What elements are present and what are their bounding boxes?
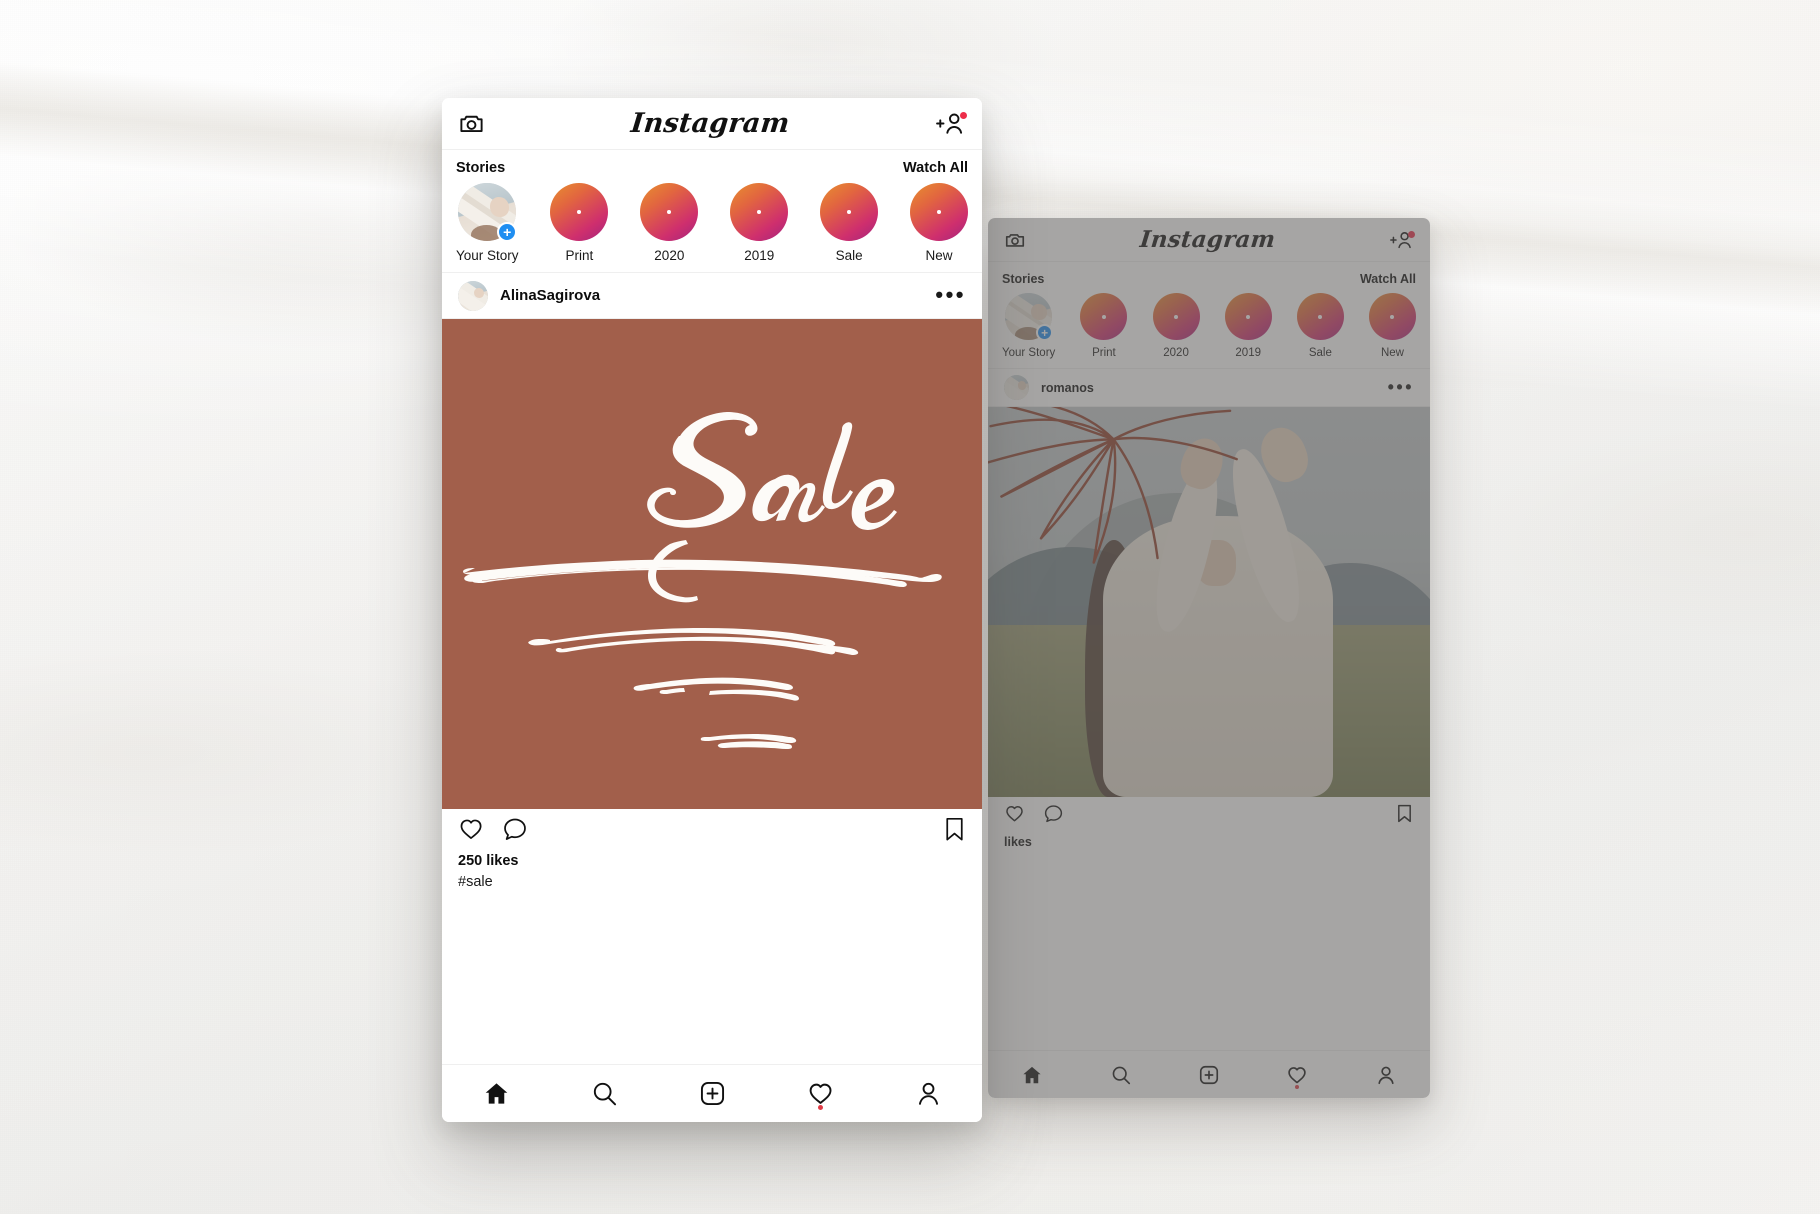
story-item-sale[interactable]: Sale <box>820 183 879 263</box>
mockup-stage: Instagram Stories Watch All + Your Story… <box>0 0 1820 1214</box>
stories-title: Stories <box>1002 272 1045 286</box>
nav-profile[interactable] <box>1342 1051 1430 1098</box>
nav-add-post[interactable] <box>1165 1051 1253 1098</box>
story-ring <box>1224 293 1272 340</box>
story-item-sale[interactable]: Sale <box>1296 293 1344 359</box>
more-options-icon[interactable]: ••• <box>1388 378 1414 396</box>
story-label: Sale <box>1308 347 1332 359</box>
nav-activity[interactable] <box>1253 1051 1341 1098</box>
story-label: New <box>1380 347 1404 359</box>
back-bottom-nav <box>988 1050 1430 1098</box>
activity-badge-dot <box>817 1105 823 1110</box>
back-story-list: + Your Story Print 2020 2019 Sale New <box>1002 293 1416 359</box>
story-label: 2019 <box>1235 347 1261 359</box>
botanical-lineart-overlay <box>988 407 1239 565</box>
story-item-your-story[interactable]: + Your Story <box>456 183 519 263</box>
front-post-caption: #sale <box>458 874 493 890</box>
camera-icon[interactable] <box>458 110 485 137</box>
back-stories-strip: Stories Watch All + Your Story Print 202… <box>988 262 1430 369</box>
avatar: + <box>1005 293 1054 341</box>
nav-activity[interactable] <box>766 1065 874 1122</box>
story-item-new[interactable]: New <box>1368 293 1416 359</box>
bookmark-icon[interactable] <box>1395 803 1414 829</box>
avatar[interactable] <box>458 280 488 311</box>
instagram-logo: Instagram <box>1138 226 1278 253</box>
watch-all-link[interactable]: Watch All <box>903 160 968 176</box>
front-stories-header: Stories Watch All <box>456 160 968 176</box>
story-label: Print <box>565 248 594 263</box>
nav-search[interactable] <box>1076 1051 1164 1098</box>
story-ring <box>1368 293 1416 340</box>
avatar: + <box>458 183 518 242</box>
nav-search[interactable] <box>550 1065 658 1122</box>
comment-icon[interactable] <box>1043 803 1064 829</box>
back-phone-card: Instagram Stories Watch All + Your Story… <box>988 218 1430 1098</box>
story-item-print[interactable]: Print <box>1080 293 1128 359</box>
story-item-2020[interactable]: 2020 <box>1152 293 1200 359</box>
sale-graphic <box>463 412 942 749</box>
back-post-image <box>988 407 1430 797</box>
story-item-2019[interactable]: 2019 <box>730 183 789 263</box>
nav-home[interactable] <box>988 1051 1076 1098</box>
more-options-icon[interactable]: ••• <box>935 284 966 306</box>
heart-icon[interactable] <box>458 816 484 847</box>
instagram-logo: Instagram <box>629 108 792 139</box>
back-post-header: romanos ••• <box>988 369 1430 407</box>
front-stories-strip: Stories Watch All + Your Story Print 202… <box>442 150 982 273</box>
front-likes-count: 250 likes <box>458 853 519 869</box>
story-item-2019[interactable]: 2019 <box>1224 293 1272 359</box>
comment-icon[interactable] <box>502 816 528 847</box>
post-username[interactable]: AlinaSagirova <box>500 287 600 304</box>
notification-dot <box>1407 230 1415 238</box>
front-app-header: Instagram <box>442 98 982 150</box>
story-label: 2020 <box>654 248 685 263</box>
story-label: Your Story <box>456 248 519 263</box>
activity-badge-dot <box>1295 1085 1300 1089</box>
post-username[interactable]: romanos <box>1041 381 1094 395</box>
heart-icon[interactable] <box>1004 803 1025 829</box>
story-label: New <box>925 248 953 263</box>
nav-add-post[interactable] <box>658 1065 766 1122</box>
story-ring <box>550 183 609 241</box>
story-ring <box>1152 293 1200 340</box>
back-post-actions <box>988 797 1430 835</box>
front-post-header: AlinaSagirova ••• <box>442 273 982 319</box>
nav-home[interactable] <box>442 1065 550 1122</box>
story-item-print[interactable]: Print <box>550 183 609 263</box>
story-label: Print <box>1092 347 1116 359</box>
avatar[interactable] <box>1004 375 1029 400</box>
front-bottom-nav <box>442 1064 982 1122</box>
notification-dot <box>960 112 967 119</box>
story-ring <box>820 183 879 241</box>
stories-title: Stories <box>456 160 506 176</box>
camera-icon[interactable] <box>1004 229 1026 251</box>
back-post-caption <box>988 849 1430 854</box>
back-likes-count: likes <box>1004 835 1032 849</box>
add-story-plus-icon[interactable]: + <box>1036 324 1054 341</box>
front-post-actions <box>442 809 982 853</box>
story-ring <box>910 183 968 241</box>
story-item-your-story[interactable]: + Your Story <box>1002 293 1055 359</box>
story-ring <box>1080 293 1128 340</box>
back-stories-header: Stories Watch All <box>1002 272 1416 286</box>
story-ring <box>640 183 699 241</box>
story-label: 2020 <box>1163 347 1189 359</box>
nav-profile[interactable] <box>874 1065 982 1122</box>
story-label: 2019 <box>744 248 775 263</box>
bookmark-icon[interactable] <box>943 816 966 847</box>
story-item-new[interactable]: New <box>910 183 968 263</box>
add-person-icon[interactable] <box>1390 230 1415 250</box>
add-person-icon[interactable] <box>936 111 967 136</box>
story-ring <box>730 183 789 241</box>
story-item-2020[interactable]: 2020 <box>640 183 699 263</box>
front-post-image <box>442 319 982 809</box>
story-label: Sale <box>835 248 863 263</box>
watch-all-link[interactable]: Watch All <box>1360 272 1416 286</box>
front-phone-card: Instagram Stories Watch All + Your Story… <box>442 98 982 1122</box>
back-app-header: Instagram <box>988 218 1430 262</box>
story-ring <box>1296 293 1344 340</box>
story-label: Your Story <box>1002 347 1056 359</box>
front-story-list: + Your Story Print 2020 2019 Sale New <box>456 183 968 263</box>
